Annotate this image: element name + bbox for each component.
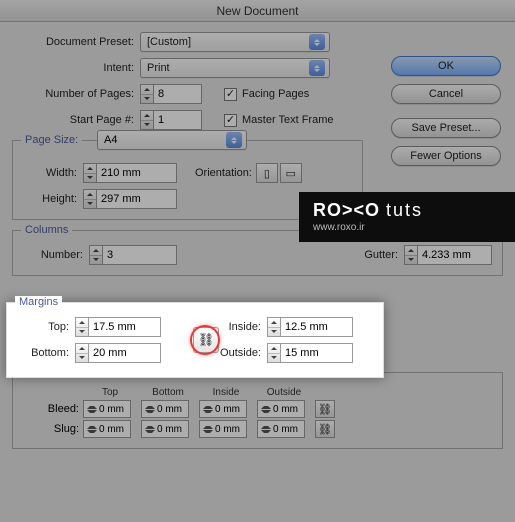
col-inside: Inside (199, 387, 253, 398)
columns-legend: Columns (21, 224, 72, 236)
margin-inside-field[interactable] (281, 317, 353, 337)
margins-group: Margins Top: Inside: Bottom: Outside: ⛓ (6, 302, 384, 378)
stepper-arrows-icon[interactable] (83, 163, 97, 183)
margins-legend: Margins (15, 296, 62, 308)
margin-top-label: Top: (17, 321, 75, 333)
chevron-updown-icon (309, 34, 325, 50)
chevron-updown-icon (309, 60, 325, 76)
col-top: Top (83, 387, 137, 398)
start-page-input[interactable] (140, 110, 202, 130)
columns-number-field[interactable] (103, 245, 177, 265)
bleed-label: Bleed: (23, 403, 79, 415)
facing-pages-checkbox[interactable]: ✓ (224, 88, 237, 101)
chevron-updown-icon (226, 132, 242, 148)
margin-top-input[interactable] (75, 317, 161, 337)
page-size-value: A4 (104, 134, 117, 146)
slug-label: Slug: (23, 423, 79, 435)
slug-link-icon[interactable]: ⛓ (315, 420, 335, 438)
start-page-field[interactable] (154, 110, 202, 130)
start-page-label: Start Page #: (12, 114, 140, 126)
orientation-landscape-icon[interactable]: ▭ (280, 163, 302, 183)
stepper-arrows-icon[interactable] (404, 245, 418, 265)
intent-label: Intent: (12, 62, 140, 74)
number-of-pages-label: Number of Pages: (12, 88, 140, 100)
height-field[interactable] (97, 189, 177, 209)
slug-bottom-input[interactable]: 0 mm (141, 420, 189, 438)
master-text-frame-label: Master Text Frame (242, 114, 334, 126)
margin-top-field[interactable] (89, 317, 161, 337)
margin-bottom-input[interactable] (75, 343, 161, 363)
roxo-logo-text: RO><O (313, 200, 380, 220)
margin-bottom-field[interactable] (89, 343, 161, 363)
width-label: Width: (23, 167, 83, 179)
fewer-options-button[interactable]: Fewer Options (391, 146, 501, 166)
stepper-arrows-icon[interactable] (267, 343, 281, 363)
stepper-arrows-icon[interactable] (140, 110, 154, 130)
col-bottom: Bottom (141, 387, 195, 398)
margin-outside-field[interactable] (281, 343, 353, 363)
columns-number-label: Number: (23, 249, 89, 261)
margin-inside-input[interactable] (267, 317, 353, 337)
margin-outside-input[interactable] (267, 343, 353, 363)
roxo-suffix: tuts (386, 200, 423, 220)
page-size-select[interactable]: A4 (97, 130, 247, 150)
document-preset-label: Document Preset: (12, 36, 140, 48)
gutter-field[interactable] (418, 245, 492, 265)
stepper-arrows-icon[interactable] (140, 84, 154, 104)
slug-top-input[interactable]: 0 mm (83, 420, 131, 438)
margin-bottom-label: Bottom: (17, 347, 75, 359)
facing-pages-label: Facing Pages (242, 88, 309, 100)
bleed-bottom-input[interactable]: 0 mm (141, 400, 189, 418)
bleed-outside-input[interactable]: 0 mm (257, 400, 305, 418)
bleed-top-input[interactable]: 0 mm (83, 400, 131, 418)
document-preset-select[interactable]: [Custom] (140, 32, 330, 52)
orientation-label: Orientation: (195, 167, 252, 179)
titlebar: New Document (0, 0, 515, 22)
pages-field[interactable] (154, 84, 202, 104)
width-input[interactable] (83, 163, 177, 183)
columns-number-input[interactable] (89, 245, 177, 265)
width-field[interactable] (97, 163, 177, 183)
stepper-arrows-icon[interactable] (89, 245, 103, 265)
button-column: OK Cancel Save Preset... Fewer Options (391, 56, 501, 174)
stepper-arrows-icon[interactable] (267, 317, 281, 337)
intent-value: Print (147, 62, 170, 74)
stepper-arrows-icon[interactable] (75, 317, 89, 337)
roxo-watermark: RO><O tuts www.roxo.ir (299, 192, 515, 242)
document-preset-value: [Custom] (147, 36, 191, 48)
page-size-legend: Page Size: (21, 134, 82, 146)
save-preset-button[interactable]: Save Preset... (391, 118, 501, 138)
bleed-slug-group: Bleed and Slug Top Bottom Inside Outside… (12, 372, 503, 449)
gutter-input[interactable] (404, 245, 492, 265)
stepper-arrows-icon[interactable] (83, 189, 97, 209)
slug-inside-input[interactable]: 0 mm (199, 420, 247, 438)
col-outside: Outside (257, 387, 311, 398)
height-label: Height: (23, 193, 83, 205)
orientation-portrait-icon[interactable]: ▯ (256, 163, 278, 183)
bleed-inside-input[interactable]: 0 mm (199, 400, 247, 418)
height-input[interactable] (83, 189, 177, 209)
roxo-url: www.roxo.ir (313, 222, 501, 233)
bleed-link-icon[interactable]: ⛓ (315, 400, 335, 418)
stepper-arrows-icon[interactable] (75, 343, 89, 363)
number-of-pages-input[interactable] (140, 84, 202, 104)
dialog-body: OK Cancel Save Preset... Fewer Options D… (0, 22, 515, 471)
slug-outside-input[interactable]: 0 mm (257, 420, 305, 438)
intent-select[interactable]: Print (140, 58, 330, 78)
cancel-button[interactable]: Cancel (391, 84, 501, 104)
ok-button[interactable]: OK (391, 56, 501, 76)
margins-link-icon[interactable]: ⛓ (193, 327, 219, 353)
master-text-frame-checkbox[interactable]: ✓ (224, 114, 237, 127)
gutter-label: Gutter: (354, 249, 404, 261)
